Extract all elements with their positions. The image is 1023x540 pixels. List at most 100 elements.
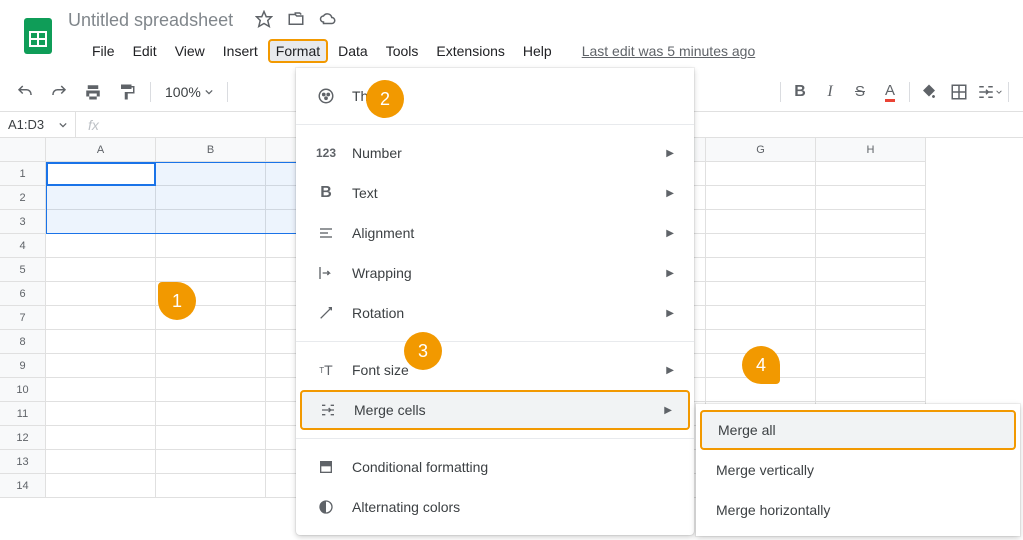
cell[interactable] (156, 162, 266, 186)
cell[interactable] (46, 354, 156, 378)
menu-extensions[interactable]: Extensions (428, 39, 512, 63)
cell[interactable] (46, 210, 156, 234)
cell[interactable] (46, 186, 156, 210)
print-icon[interactable] (80, 79, 106, 105)
cell[interactable] (156, 450, 266, 474)
cell[interactable] (816, 210, 926, 234)
submenu-merge-horizontally[interactable]: Merge horizontally (696, 490, 1020, 530)
menu-format[interactable]: Format (268, 39, 328, 63)
cell[interactable] (46, 330, 156, 354)
last-edit-link[interactable]: Last edit was 5 minutes ago (582, 43, 756, 59)
star-icon[interactable] (255, 10, 273, 31)
cell[interactable] (46, 402, 156, 426)
menu-wrapping[interactable]: Wrapping ▶ (296, 253, 694, 293)
row-header[interactable]: 6 (0, 282, 46, 306)
menu-data[interactable]: Data (330, 39, 376, 63)
row-header[interactable]: 14 (0, 474, 46, 498)
menu-help[interactable]: Help (515, 39, 560, 63)
merge-icon[interactable] (976, 79, 1002, 105)
menu-edit[interactable]: Edit (125, 39, 165, 63)
move-icon[interactable] (287, 10, 305, 31)
undo-icon[interactable] (12, 79, 38, 105)
name-box[interactable]: A1:D3 (0, 112, 76, 137)
cell[interactable] (706, 186, 816, 210)
cell[interactable] (816, 330, 926, 354)
strikethrough-icon[interactable]: S (847, 79, 873, 105)
cell[interactable] (46, 474, 156, 498)
sheets-logo[interactable] (18, 16, 58, 56)
menu-file[interactable]: File (84, 39, 123, 63)
cell[interactable] (816, 306, 926, 330)
row-header[interactable]: 2 (0, 186, 46, 210)
cloud-icon[interactable] (319, 10, 337, 31)
row-header[interactable]: 9 (0, 354, 46, 378)
row-header[interactable]: 11 (0, 402, 46, 426)
row-header[interactable]: 4 (0, 234, 46, 258)
cell[interactable] (156, 258, 266, 282)
cell[interactable] (156, 186, 266, 210)
row-header[interactable]: 12 (0, 426, 46, 450)
cell[interactable] (706, 306, 816, 330)
col-header[interactable]: G (706, 138, 816, 162)
cell[interactable] (156, 354, 266, 378)
cell[interactable] (46, 282, 156, 306)
doc-title[interactable]: Untitled spreadsheet (68, 10, 233, 31)
fill-color-icon[interactable] (916, 79, 942, 105)
menu-font-size[interactable]: TT Font size ▶ (296, 350, 694, 390)
submenu-merge-vertically[interactable]: Merge vertically (696, 450, 1020, 490)
menu-tools[interactable]: Tools (378, 39, 427, 63)
borders-icon[interactable] (946, 79, 972, 105)
col-header[interactable]: H (816, 138, 926, 162)
cell[interactable] (156, 402, 266, 426)
cell[interactable] (46, 306, 156, 330)
select-all-corner[interactable] (0, 138, 46, 162)
cell[interactable] (46, 234, 156, 258)
menu-alternating-colors[interactable]: Alternating colors (296, 487, 694, 527)
text-color-icon[interactable]: A (877, 79, 903, 105)
cell[interactable] (46, 378, 156, 402)
col-header[interactable]: A (46, 138, 156, 162)
cell[interactable] (816, 258, 926, 282)
cell[interactable] (816, 282, 926, 306)
menu-number[interactable]: 123 Number ▶ (296, 133, 694, 173)
cell[interactable] (816, 354, 926, 378)
submenu-merge-all[interactable]: Merge all (700, 410, 1016, 450)
row-header[interactable]: 5 (0, 258, 46, 282)
cell[interactable] (156, 378, 266, 402)
cell[interactable] (46, 426, 156, 450)
menu-merge-cells[interactable]: Merge cells ▶ (300, 390, 690, 430)
redo-icon[interactable] (46, 79, 72, 105)
menu-theme[interactable]: Theme (296, 76, 694, 116)
cell[interactable] (46, 258, 156, 282)
row-header[interactable]: 3 (0, 210, 46, 234)
cell[interactable] (156, 474, 266, 498)
cell[interactable] (816, 234, 926, 258)
italic-icon[interactable]: I (817, 79, 843, 105)
menu-view[interactable]: View (167, 39, 213, 63)
menu-rotation[interactable]: Rotation ▶ (296, 293, 694, 333)
cell[interactable] (156, 234, 266, 258)
paint-format-icon[interactable] (114, 79, 140, 105)
menu-conditional-formatting[interactable]: Conditional formatting (296, 447, 694, 487)
row-header[interactable]: 13 (0, 450, 46, 474)
zoom-select[interactable]: 100% (161, 84, 217, 100)
cell[interactable] (816, 186, 926, 210)
cell[interactable] (706, 210, 816, 234)
menu-insert[interactable]: Insert (215, 39, 266, 63)
cell[interactable] (816, 162, 926, 186)
cell[interactable] (156, 210, 266, 234)
cell[interactable] (156, 330, 266, 354)
col-header[interactable]: B (156, 138, 266, 162)
cell[interactable] (46, 450, 156, 474)
row-header[interactable]: 8 (0, 330, 46, 354)
cell[interactable] (706, 162, 816, 186)
row-header[interactable]: 10 (0, 378, 46, 402)
cell[interactable] (816, 378, 926, 402)
menu-text[interactable]: B Text ▶ (296, 173, 694, 213)
row-header[interactable]: 1 (0, 162, 46, 186)
cell[interactable] (706, 234, 816, 258)
cell[interactable] (706, 258, 816, 282)
cell[interactable] (156, 426, 266, 450)
bold-icon[interactable]: B (787, 79, 813, 105)
cell[interactable] (46, 162, 156, 186)
